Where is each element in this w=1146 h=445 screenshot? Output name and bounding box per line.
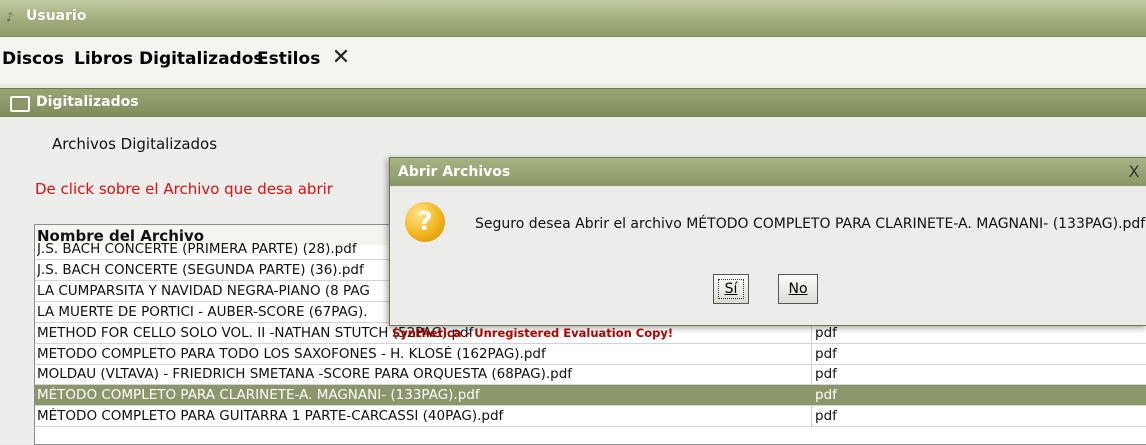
internal-frame-header: Digitalizados [0,88,1146,117]
window-title: Usuario [26,8,87,24]
open-file-dialog: Abrir Archivos X ? Seguro desea Abrir el… [389,157,1146,326]
dialog-message: Seguro desea Abrir el archivo MÉTODO COM… [475,216,1146,232]
menu-discos[interactable]: Discos [2,49,64,69]
no-button-label: No [788,281,808,297]
question-icon: ? [405,202,445,242]
cell-file-type: pdf [815,324,837,341]
cell-file-name: MOLDAU (VLTAVA) - FRIEDRICH SMETANA -SCO… [37,366,573,383]
table-row[interactable]: MÉTODO COMPLETO PARA GUITARRA 1 PARTE-CA… [35,406,1146,428]
dialog-close-icon[interactable]: X [1124,162,1144,182]
table-row[interactable]: MOLDAU (VLTAVA) - FRIEDRICH SMETANA -SCO… [35,364,1146,386]
frame-icon [10,96,30,112]
instruction-text: De click sobre el Archivo que desa abrir [35,180,333,198]
column-divider [811,364,812,385]
cell-file-type: pdf [815,408,837,425]
yes-button-label: Sí [724,281,738,297]
section-heading: Archivos Digitalizados [52,135,218,153]
evaluation-watermark: Synthetica - Unregistered Evaluation Cop… [392,326,674,340]
menu-estilos[interactable]: Estilos [257,49,320,69]
yes-button[interactable]: Sí [713,274,749,304]
cell-file-type: pdf [815,387,837,404]
cell-file-type: pdf [815,366,837,383]
menu-bar: Discos Libros Digitalizados Estilos ✕ [0,37,1146,84]
dialog-title-bar: Abrir Archivos X [390,158,1146,186]
frame-title: Digitalizados [36,94,139,110]
column-divider [811,385,812,406]
cell-file-type: pdf [815,345,837,362]
app-icon: ♪ [6,10,14,24]
table-row[interactable]: METODO COMPLETO PARA TODO LOS SAXOFONES … [35,343,1146,365]
column-divider [811,343,812,364]
table-row[interactable]: MÉTODO COMPLETO PARA CLARINETE-A. MAGNAN… [35,385,1146,407]
menu-digitalizados[interactable]: Digitalizados [139,49,264,69]
cell-file-name: METODO COMPLETO PARA TODO LOS SAXOFONES … [37,345,546,362]
cell-file-name: MÉTODO COMPLETO PARA CLARINETE-A. MAGNAN… [37,387,480,404]
no-button[interactable]: No [778,274,818,304]
column-divider [811,406,812,427]
menu-libros[interactable]: Libros [74,49,133,69]
close-icon[interactable]: ✕ [330,46,352,70]
dialog-title: Abrir Archivos [398,164,511,180]
cell-file-name: MÉTODO COMPLETO PARA GUITARRA 1 PARTE-CA… [37,408,504,425]
window-title-bar: ♪ Usuario [0,0,1146,37]
